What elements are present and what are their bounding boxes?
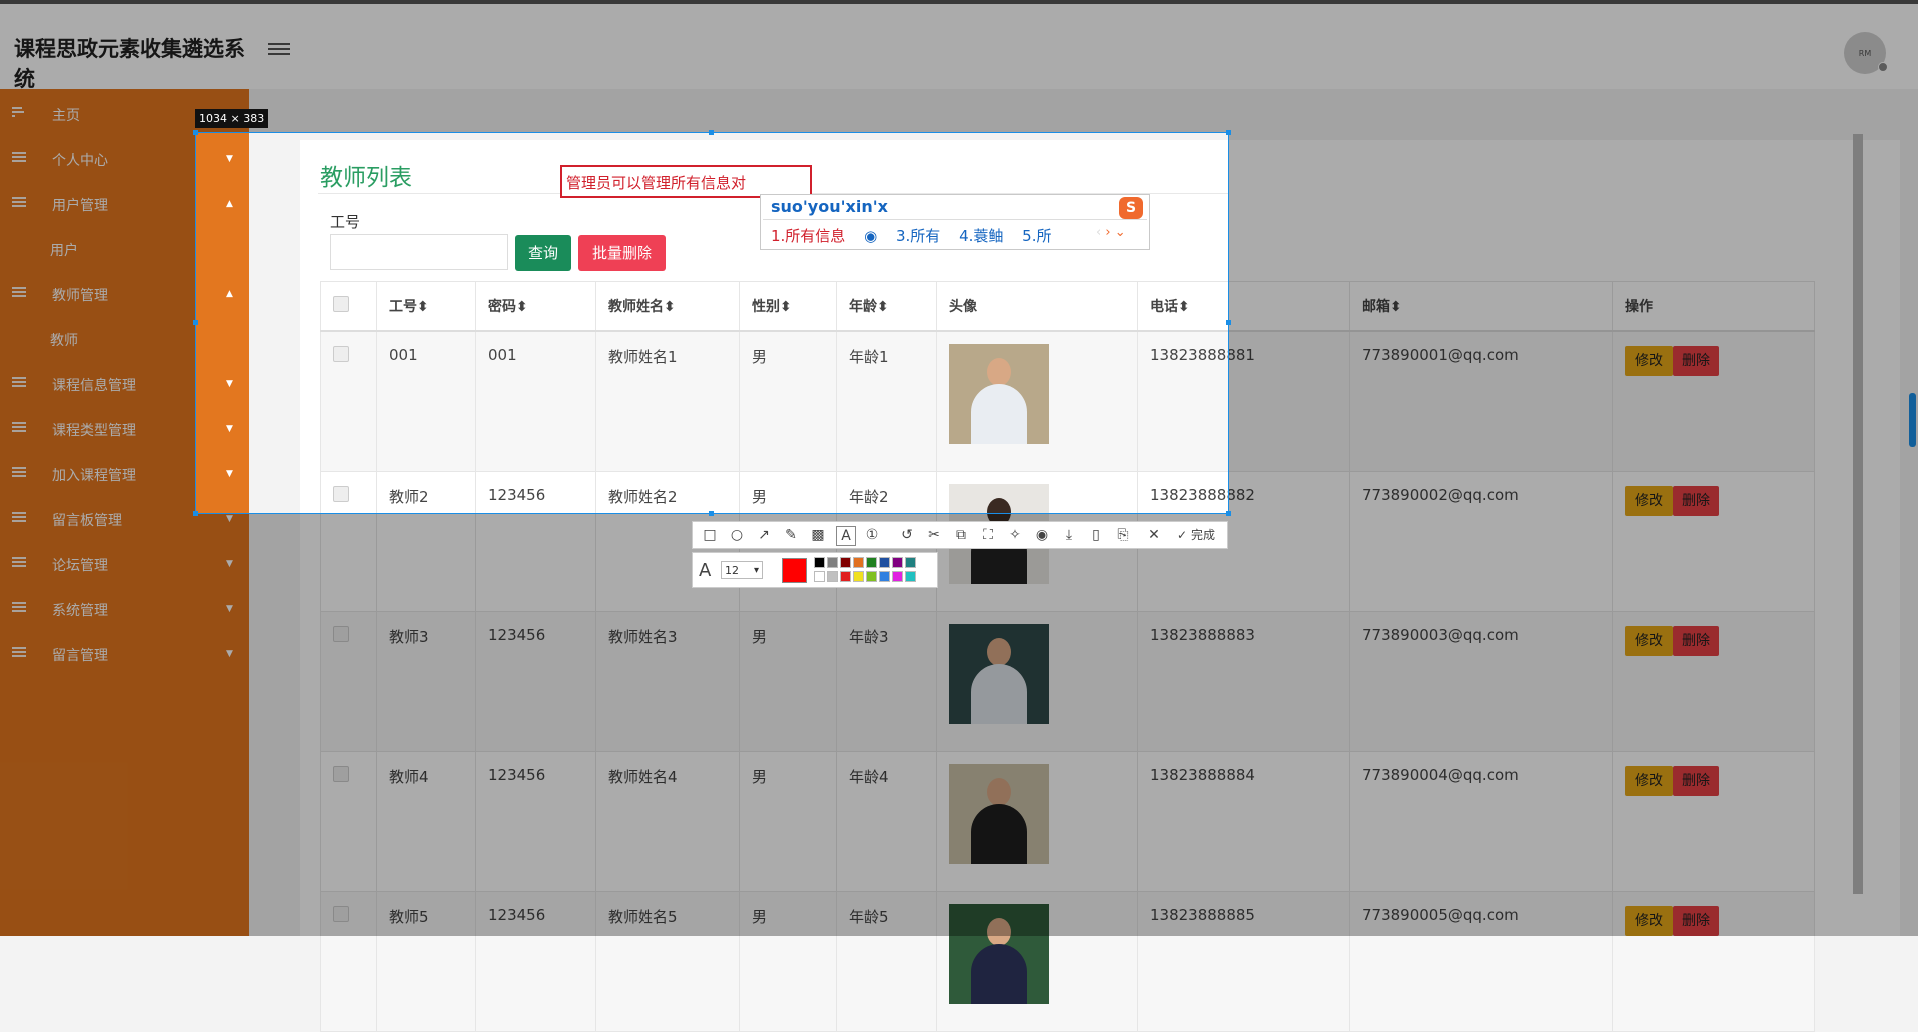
pen-icon[interactable]: ✎ (782, 526, 800, 544)
phone-icon[interactable]: ▯ (1087, 526, 1105, 544)
annotation-text: 管理员可以管理所有信息对 (566, 174, 747, 192)
pin-icon[interactable]: ✧ (1006, 526, 1024, 544)
color-swatch[interactable] (892, 571, 903, 582)
close-icon[interactable]: ✕ (1145, 526, 1163, 544)
ime-candidate[interactable]: 3.所有 (896, 227, 940, 245)
resize-handle[interactable] (709, 511, 714, 516)
ime-candidate-window: suo'you'xin'x S 1.所有信息 ◉ 3.所有 4.蓑鲉 5.所 ‹… (760, 194, 1150, 250)
color-swatch[interactable] (879, 557, 890, 568)
arrow-icon[interactable]: ↗ (755, 526, 773, 544)
color-swatch[interactable] (827, 571, 838, 582)
resize-handle[interactable] (709, 130, 714, 135)
text-style-toolbar: A 12 (692, 552, 938, 588)
capture-dim-bottom (0, 514, 1918, 936)
capture-toolbar: □ ○ ↗ ✎ ▩ A ① ↺ ✂ ⧉ ⛶ ✧ ◉ ⤓ ▯ ⎘ ✕ ✓ 完成 (692, 521, 1228, 549)
color-swatch[interactable] (866, 557, 877, 568)
ime-candidate[interactable]: 4.蓑鲉 (959, 227, 1003, 245)
ime-candidates: 1.所有信息 ◉ 3.所有 4.蓑鲉 5.所 (771, 225, 1065, 246)
text-icon[interactable]: A (836, 526, 856, 546)
current-color-swatch[interactable] (782, 558, 807, 583)
scissors-icon[interactable]: ✂ (925, 526, 943, 544)
color-swatch[interactable] (905, 571, 916, 582)
ime-candidate[interactable]: 1.所有信息 (771, 227, 845, 245)
color-swatch[interactable] (840, 571, 851, 582)
resize-handle[interactable] (193, 130, 198, 135)
color-swatch[interactable] (814, 571, 825, 582)
record-icon[interactable]: ◉ (1033, 526, 1051, 544)
color-swatch[interactable] (853, 557, 864, 568)
eye-icon: ◉ (864, 227, 878, 245)
font-icon: A (699, 560, 712, 581)
mosaic-icon[interactable]: ▩ (809, 526, 827, 544)
resize-handle[interactable] (1226, 511, 1231, 516)
screen-capture-icon[interactable]: ⛶ (979, 526, 997, 544)
check-icon: ✓ (1177, 528, 1188, 542)
color-swatch[interactable] (840, 557, 851, 568)
capture-dim-left (0, 132, 195, 514)
color-swatch[interactable] (853, 571, 864, 582)
resize-handle[interactable] (1226, 320, 1231, 325)
color-swatch[interactable] (866, 571, 877, 582)
color-swatch[interactable] (814, 557, 825, 568)
download-icon[interactable]: ⤓ (1060, 526, 1078, 544)
ime-page-nav[interactable]: ‹ › ⌄ (1096, 225, 1126, 240)
capture-dim-right (1229, 132, 1918, 514)
ellipse-icon[interactable]: ○ (728, 526, 746, 544)
number-icon[interactable]: ① (863, 526, 881, 544)
divider (763, 219, 1147, 220)
ocr-icon[interactable]: ⧉ (952, 526, 970, 544)
resize-handle[interactable] (1226, 130, 1231, 135)
bookmark-icon[interactable]: ⎘ (1114, 526, 1132, 544)
resize-handle[interactable] (193, 511, 198, 516)
undo-icon[interactable]: ↺ (898, 526, 916, 544)
ime-candidate[interactable]: 5.所 (1022, 227, 1051, 245)
color-swatch[interactable] (879, 571, 890, 582)
resize-handle[interactable] (193, 320, 198, 325)
sogou-logo-icon: S (1119, 197, 1143, 219)
capture-dim-top (0, 0, 1918, 132)
ime-pinyin: suo'you'xin'x (771, 197, 888, 216)
rectangle-icon[interactable]: □ (701, 526, 719, 544)
font-size-select[interactable]: 12 (721, 561, 763, 580)
done-button[interactable]: ✓ 完成 (1171, 526, 1221, 544)
color-swatch[interactable] (827, 557, 838, 568)
color-swatch[interactable] (905, 557, 916, 568)
capture-size-label: 1034 × 383 (195, 109, 269, 128)
color-swatch[interactable] (892, 557, 903, 568)
